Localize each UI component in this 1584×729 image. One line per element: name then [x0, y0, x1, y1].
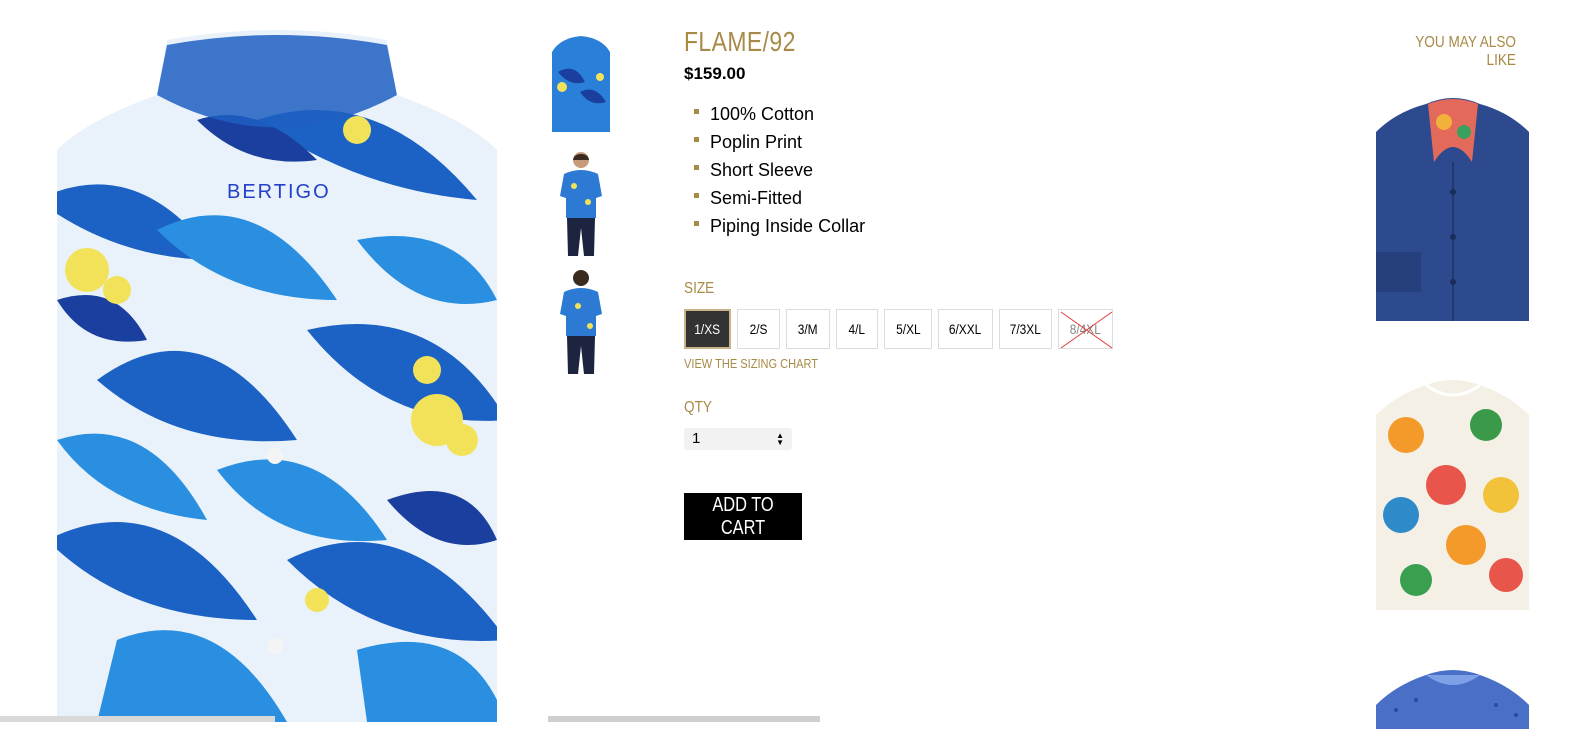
feature-item: Semi-Fitted [694, 184, 865, 212]
qty-select[interactable]: 1 ▲ ▼ [684, 428, 792, 450]
bullet-icon [694, 109, 699, 114]
size-option-7-3xl[interactable]: 7/3XL [999, 309, 1052, 349]
sizing-chart-link[interactable]: VIEW THE SIZING CHART [684, 356, 818, 371]
size-option-5-xl[interactable]: 5/XL [884, 309, 932, 349]
size-selector: 1/XS 2/S 3/M 4/L 5/XL 6/XXL 7/3XL 8/4XL [684, 309, 1113, 349]
add-to-cart-button[interactable]: ADD TO CART [684, 493, 802, 540]
related-product-blue-dot-shirt[interactable] [1376, 665, 1529, 729]
related-product-navy-shirt[interactable] [1376, 92, 1529, 321]
product-title: FLAME/92 [684, 26, 796, 57]
bullet-icon [694, 137, 699, 142]
related-product-floral-shirt[interactable] [1376, 375, 1529, 610]
size-option-3-m[interactable]: 3/M [786, 309, 830, 349]
size-option-6-xxl[interactable]: 6/XXL [938, 309, 993, 349]
bullet-icon [694, 165, 699, 170]
select-arrows-icon: ▲ ▼ [776, 431, 784, 447]
feature-list: 100% Cotton Poplin Print Short Sleeve Se… [694, 100, 865, 240]
thumbnail-model-back[interactable] [550, 266, 612, 376]
feature-item: 100% Cotton [694, 100, 865, 128]
related-title: YOU MAY ALSO LIKE [1415, 34, 1516, 69]
size-option-4-l[interactable]: 4/L [836, 309, 878, 349]
size-option-8-4xl[interactable]: 8/4XL [1058, 309, 1113, 349]
product-price: $159.00 [684, 64, 746, 83]
thumbnail-shirt-flat[interactable] [550, 32, 612, 132]
qty-label: QTY [684, 399, 712, 416]
size-option-1-xs[interactable]: 1/XS [684, 309, 731, 349]
horizontal-scrollbar-thumbnails[interactable] [548, 716, 820, 722]
bullet-icon [694, 193, 699, 198]
feature-item: Piping Inside Collar [694, 212, 865, 240]
feature-item: Poplin Print [694, 128, 865, 156]
bullet-icon [694, 221, 699, 226]
brand-logo: BERTIGO [227, 181, 331, 203]
size-option-2-s[interactable]: 2/S [737, 309, 780, 349]
unavailable-cross-icon [1060, 311, 1113, 349]
size-label: SIZE [684, 280, 715, 297]
horizontal-scrollbar-main[interactable] [0, 716, 275, 722]
thumbnail-model-front[interactable] [550, 148, 612, 258]
main-product-image[interactable]: BERTIGO [57, 0, 497, 722]
feature-item: Short Sleeve [694, 156, 865, 184]
